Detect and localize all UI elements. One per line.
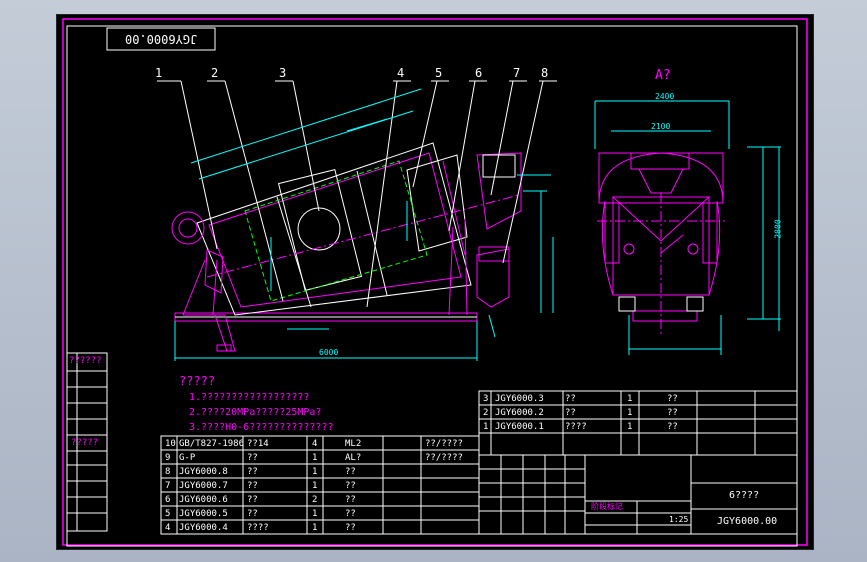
lower-part-no: 4 [165,523,171,533]
callout-8: 8 [541,66,549,80]
upper-part-code: JGY6000.2 [495,408,544,418]
note-3: 3.????H0-6?????????????? [189,422,334,433]
lower-part-material: AL? [345,453,362,463]
lower-part-material: ML2 [345,439,362,449]
dim-front-inner: 2100 [651,122,671,131]
callout-7: 7 [513,66,521,80]
lower-part-qty: 2 [312,495,318,505]
stage-label: 阶段标记 [591,502,623,511]
lower-part-material: ?? [345,481,356,491]
upper-part-name: ?? [565,394,576,404]
stamp-code: JGY6000.00 [125,32,198,46]
lower-part-code: GB/T827-1986 [179,439,245,449]
lower-part-no: 7 [165,481,171,491]
upper-part-no: 1 [483,422,489,432]
revision-title-mid: ????? [71,438,99,448]
dim-side-height: 2800 [773,219,783,239]
lower-part-material: ?? [345,523,356,533]
upper-part-material: ?? [667,394,678,404]
lower-part-name: ?? [247,467,258,477]
callout-5: 5 [435,66,443,80]
lower-part-code: JGY6000.6 [179,495,228,505]
callout-2: 2 [211,66,219,80]
scale-value: 1:25 [669,515,689,524]
product-name: 6???? [729,490,760,501]
callout-4: 4 [397,66,405,80]
lower-part-qty: 1 [312,467,318,477]
lower-part-qty: 1 [312,481,318,491]
lower-part-name: ?? [247,509,258,519]
note-1: 1.?????????????????? [189,392,310,403]
upper-part-qty: 1 [627,422,633,432]
lower-part-no: 8 [165,467,171,477]
callout-6: 6 [475,66,483,80]
lower-part-qty: 1 [312,453,318,463]
lower-part-name: ?? [247,495,258,505]
lower-part-material: ?? [345,495,356,505]
drawing-code: JGY6000.00 [717,516,778,527]
notes-title: ????? [179,374,216,388]
lower-part-qty: 1 [312,509,318,519]
lower-part-note: ??/???? [425,439,463,449]
callout-3: 3 [279,66,287,80]
lower-part-code: JGY6000.4 [179,523,228,533]
cad-viewport[interactable]: JGY6000.00 1 2 3 4 5 6 7 8 A? 6000 2400 … [56,14,814,550]
upper-part-material: ?? [667,408,678,418]
upper-part-material: ?? [667,422,678,432]
side-view [157,80,557,361]
lower-part-code: JGY6000.7 [179,481,228,491]
lower-part-material: ?? [345,509,356,519]
revision-title-top: ?????? [69,356,102,366]
lower-part-no: 10 [165,439,176,449]
dim-front-width: 2400 [655,92,675,101]
lower-part-qty: 1 [312,523,318,533]
lower-part-no: 5 [165,509,171,519]
lower-part-material: ?? [345,467,356,477]
lower-part-name: ??14 [247,439,269,449]
upper-part-no: 2 [483,408,489,418]
lower-part-qty: 4 [312,439,318,449]
upper-part-name: ?? [565,408,576,418]
upper-part-qty: 1 [627,408,633,418]
lower-part-code: JGY6000.5 [179,509,228,519]
callout-1: 1 [155,66,163,80]
lower-part-name: ???? [247,523,269,533]
upper-part-code: JGY6000.3 [495,394,544,404]
lower-part-name: ?? [247,453,258,463]
lower-part-no: 6 [165,495,171,505]
lower-part-code: JGY6000.8 [179,467,228,477]
lower-part-code: G-P [179,453,196,463]
note-2: 2.????20MPa?????25MPa? [189,407,322,418]
sheet-border [62,18,808,546]
front-view [594,100,781,355]
upper-part-no: 3 [483,394,489,404]
dim-overall-length: 6000 [319,348,339,357]
upper-part-qty: 1 [627,394,633,404]
upper-part-code: JGY6000.1 [495,422,544,432]
lower-part-name: ?? [247,481,258,491]
lower-part-note: ??/???? [425,453,463,463]
upper-part-name: ???? [565,422,587,432]
view-label-a: A? [655,68,671,83]
lower-part-no: 9 [165,453,171,463]
